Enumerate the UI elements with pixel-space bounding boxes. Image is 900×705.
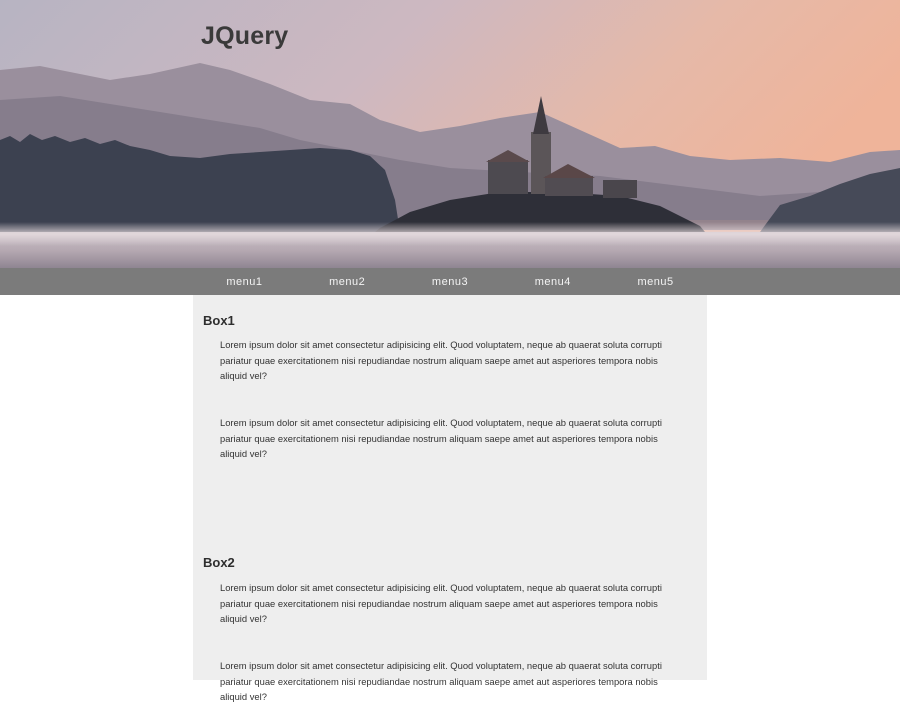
main-nav: menu1 menu2 menu3 menu4 menu5 (0, 268, 900, 295)
box-paragraph: Lorem ipsum dolor sit amet consectetur a… (220, 582, 662, 624)
box-1: Box1 Lorem ipsum dolor sit amet consecte… (203, 312, 693, 459)
hero-banner (0, 0, 900, 268)
nav-item-menu4[interactable]: menu4 (501, 268, 604, 295)
box-paragraph: Lorem ipsum dolor sit amet consectetur a… (220, 660, 662, 702)
nav-item-menu5[interactable]: menu5 (604, 268, 707, 295)
box-paragraph: Lorem ipsum dolor sit amet consectetur a… (220, 339, 662, 381)
nav-menu: menu1 menu2 menu3 menu4 menu5 (193, 268, 707, 295)
site-title: JQuery (201, 22, 289, 50)
main-content: Box1 Lorem ipsum dolor sit amet consecte… (193, 295, 707, 702)
hero-image (0, 0, 900, 268)
nav-item-menu3[interactable]: menu3 (399, 268, 502, 295)
box-2: Box2 Lorem ipsum dolor sit amet consecte… (203, 554, 693, 702)
box-title: Box2 (203, 555, 235, 570)
box-title: Box1 (203, 313, 235, 328)
nav-item-menu2[interactable]: menu2 (296, 268, 399, 295)
nav-item-menu1[interactable]: menu1 (193, 268, 296, 295)
box-paragraph: Lorem ipsum dolor sit amet consectetur a… (220, 417, 662, 459)
